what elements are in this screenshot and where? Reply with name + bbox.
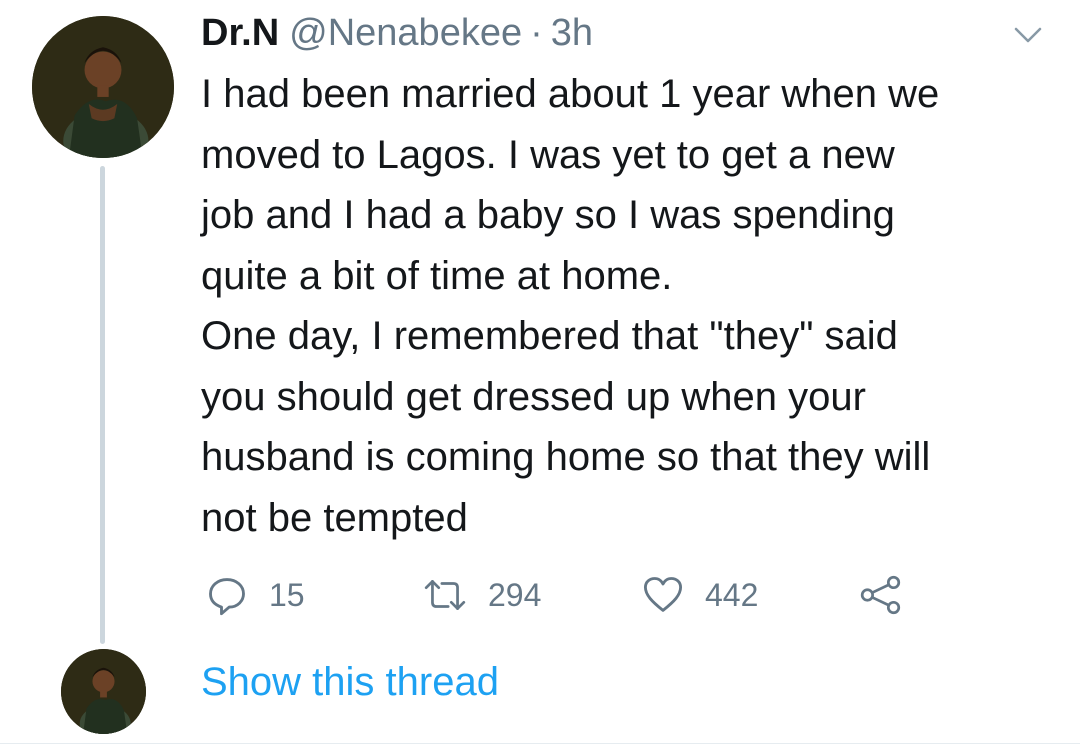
tweet-text-line: moved to Lagos. I was yet to get a new (201, 132, 895, 177)
retweet-button[interactable]: 294 (422, 570, 541, 620)
show-thread-link[interactable]: Show this thread (201, 660, 499, 705)
header-separator: · (530, 12, 543, 54)
like-count: 442 (705, 576, 759, 613)
retweet-icon (424, 580, 466, 610)
avatar-photo (32, 16, 174, 158)
tweet-text-line: not be tempted (201, 495, 468, 540)
author-display-name[interactable]: Dr.N (201, 12, 279, 55)
tweet-header: Dr.N @Nenabekee · 3h (201, 12, 593, 60)
tweet-body: I had been married about 1 year when we … (201, 64, 1051, 548)
reply-count: 15 (269, 576, 305, 613)
thread-author-avatar[interactable] (61, 649, 146, 734)
share-icon (860, 575, 901, 615)
author-handle[interactable]: @Nenabekee (289, 12, 522, 55)
divider (0, 743, 1080, 744)
reply-button[interactable]: 15 (205, 570, 305, 620)
tweet-text-line: job and I had a baby so I was spending (201, 193, 895, 237)
tweet-text-line: One day, I remembered that "they" said (201, 314, 898, 358)
tweet-text-line: quite a bit of time at home. (201, 253, 673, 298)
like-button[interactable]: 442 (641, 570, 758, 620)
tweet-menu-button[interactable] (1013, 26, 1043, 44)
reply-icon (209, 578, 245, 616)
share-button[interactable] (858, 570, 904, 620)
author-avatar[interactable] (32, 16, 174, 158)
tweet-text-line: husband is coming home so that they will (201, 435, 931, 479)
retweet-count: 294 (488, 576, 542, 613)
chevron-down-icon (1014, 27, 1042, 43)
tweet-text-line: you should get dressed up when your (201, 374, 866, 419)
tweet-timestamp[interactable]: 3h (551, 12, 593, 55)
avatar-photo (61, 649, 146, 734)
heart-icon (643, 577, 683, 612)
tweet-actions-bar: 15 294 442 (0, 570, 1080, 620)
tweet-text-line: I had been married about 1 year when we (201, 72, 940, 116)
